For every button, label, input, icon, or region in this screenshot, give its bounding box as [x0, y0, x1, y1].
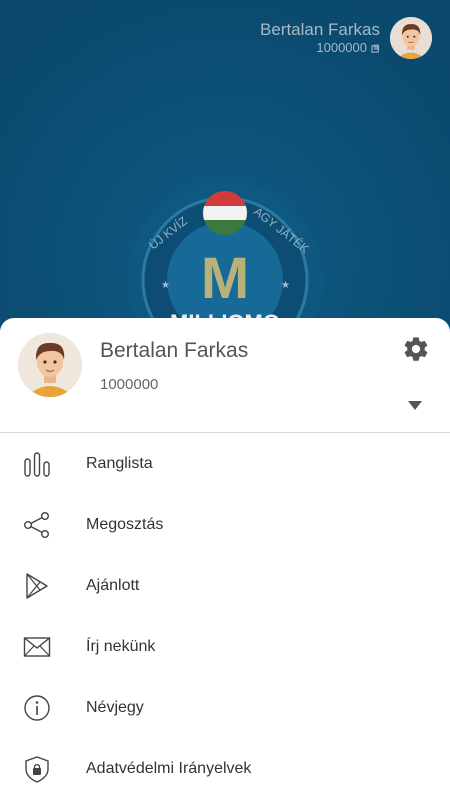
menu-item-label: Adatvédelmi Irányelvek	[86, 759, 252, 777]
menu-item-adatvedelem[interactable]: Adatvédelmi Irányelvek	[0, 738, 450, 799]
coin-icon	[371, 43, 380, 53]
menu-item-nevjegy[interactable]: Névjegy	[0, 677, 450, 738]
play-store-icon	[26, 572, 48, 599]
profile-coins: 1000000	[100, 376, 159, 393]
header-coins: 1000000	[316, 40, 367, 55]
svg-text:★: ★	[281, 280, 290, 291]
logo-letter: M	[201, 246, 249, 311]
avatar-icon	[390, 17, 432, 59]
header-avatar[interactable]	[390, 17, 432, 59]
menu-item-label: Ajánlott	[86, 576, 140, 594]
menu-item-label: Írj nekünk	[86, 637, 156, 655]
menu-item-label: Megosztás	[86, 515, 164, 533]
menu-item-label: Névjegy	[86, 698, 144, 716]
leaderboard-icon	[24, 451, 50, 477]
mail-icon	[23, 636, 51, 657]
navigation-menu: Ranglista Megosztás Ajánlott Írj nekünk …	[0, 433, 450, 799]
share-icon	[24, 511, 50, 538]
avatar-icon	[18, 333, 82, 397]
svg-text:★: ★	[161, 280, 170, 291]
menu-item-label: Ranglista	[86, 454, 153, 472]
menu-item-megosztas[interactable]: Megosztás	[0, 494, 450, 555]
header-user-name: Bertalan Farkas	[260, 20, 380, 39]
info-icon	[24, 694, 50, 721]
menu-item-irj-nekunk[interactable]: Írj nekünk	[0, 616, 450, 677]
gear-icon[interactable]	[402, 335, 430, 363]
navigation-sheet: Bertalan Farkas 1000000 Ranglista Megosz…	[0, 318, 450, 800]
header-user[interactable]: Bertalan Farkas 1000000	[260, 16, 432, 60]
profile-name: Bertalan Farkas	[100, 339, 249, 362]
profile-section: Bertalan Farkas 1000000	[0, 318, 450, 433]
menu-item-ranglista[interactable]: Ranglista	[0, 433, 450, 494]
chevron-down-icon[interactable]	[408, 401, 422, 410]
avatar[interactable]	[18, 333, 82, 397]
privacy-shield-icon	[25, 755, 49, 783]
menu-item-ajanlott[interactable]: Ajánlott	[0, 555, 450, 616]
